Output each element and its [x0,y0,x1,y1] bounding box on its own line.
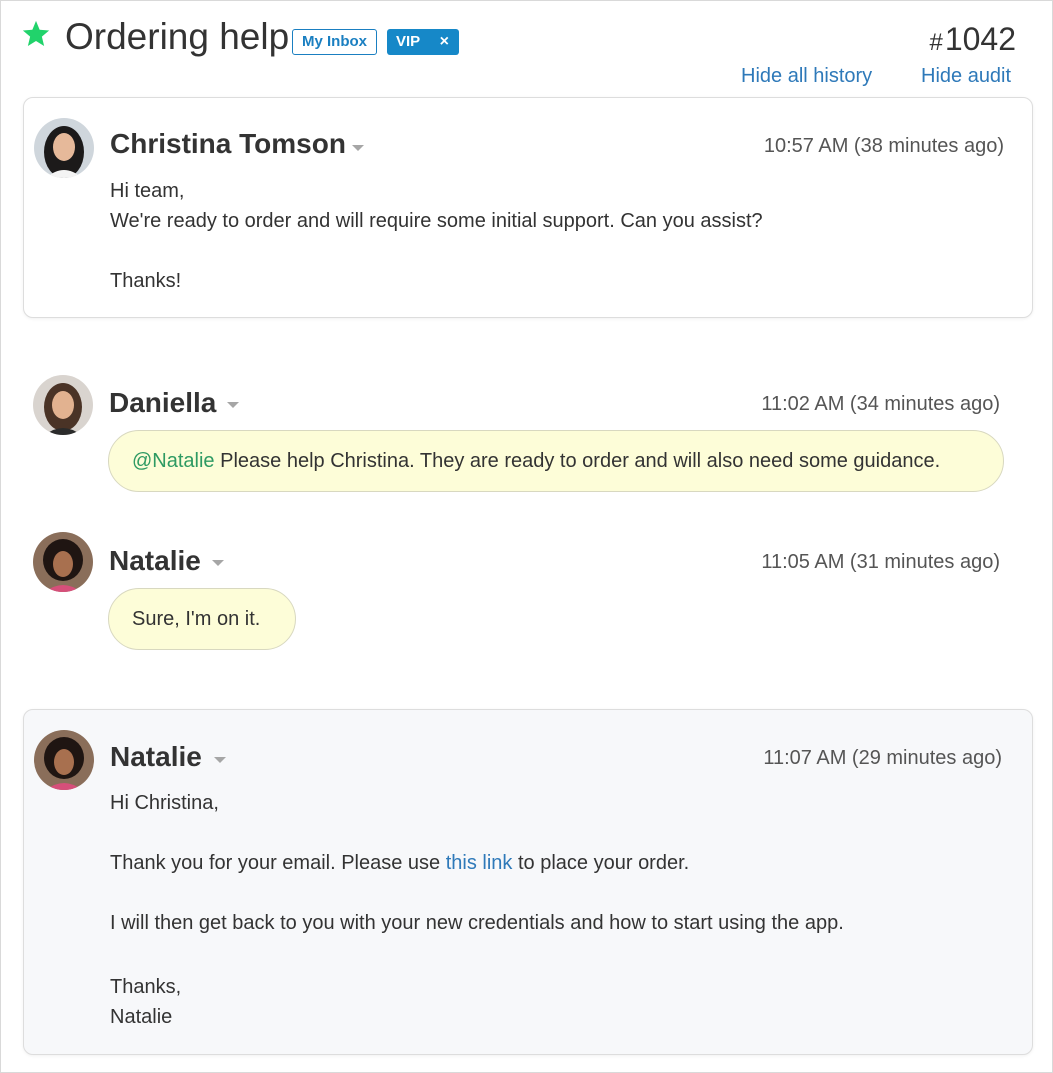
hide-all-history-link[interactable]: Hide all history [741,65,872,88]
ticket-title: Ordering help [65,16,290,57]
avatar [34,118,94,178]
author-name: Natalie [110,741,202,772]
avatar [33,532,93,592]
avatar [33,375,93,435]
author-name: Natalie [109,545,201,576]
tag-my-inbox[interactable]: My Inbox [292,29,378,55]
ticket-hash: # [929,29,943,56]
message-time: 11:07 AM (29 minutes ago) [763,747,1002,769]
message-time: 10:57 AM (38 minutes ago) [763,135,1004,157]
star-icon[interactable] [21,19,51,49]
message-line: I will then get back to you with your ne… [110,912,844,934]
order-link[interactable]: this link [446,852,513,874]
message-line: Thanks, [110,976,182,998]
author-name: Christina Tomson [110,128,346,159]
message-line: We're ready to order and will require so… [110,210,763,232]
message-line: Thanks! [110,270,182,292]
ticket-number-value: 1042 [944,21,1016,57]
tag-vip-label: VIP [396,33,421,50]
tag-vip[interactable]: VIP × [387,29,459,55]
message-line: Hi Christina, [110,792,219,814]
caret-down-icon[interactable] [227,402,239,408]
bubble-text: Please help Christina. They are ready to… [214,450,941,472]
caret-down-icon[interactable] [214,757,226,763]
message-card: Christina Tomson 10:57 AM (38 minutes ag… [23,97,1033,318]
caret-down-icon[interactable] [352,145,364,151]
ticket-number: #1042 [929,21,1016,58]
close-icon[interactable]: × [440,29,449,55]
author-name: Daniella [109,387,217,418]
chat-bubble: Sure, I'm on it. [108,588,296,650]
caret-down-icon[interactable] [212,560,224,566]
line-text: Thank you for your email. Please use [110,852,446,874]
chat-bubble: @Natalie Please help Christina. They are… [108,430,1004,492]
hide-audit-link[interactable]: Hide audit [921,65,1011,88]
line-text: to place your order. [512,852,690,874]
message-time: 11:02 AM (34 minutes ago) [761,393,1000,415]
message-line: Thank you for your email. Please use thi… [110,848,689,878]
message-card: Natalie 11:07 AM (29 minutes ago) Hi Chr… [23,709,1033,1055]
mention-link[interactable]: @Natalie [132,450,215,472]
message-line: Natalie [110,1006,173,1028]
message-time: 11:05 AM (31 minutes ago) [761,551,1000,573]
message-line: Hi team, [110,180,185,202]
avatar [34,730,94,790]
ticket-header: Ordering help My Inbox VIP × #1042 Hide … [1,1,1052,96]
